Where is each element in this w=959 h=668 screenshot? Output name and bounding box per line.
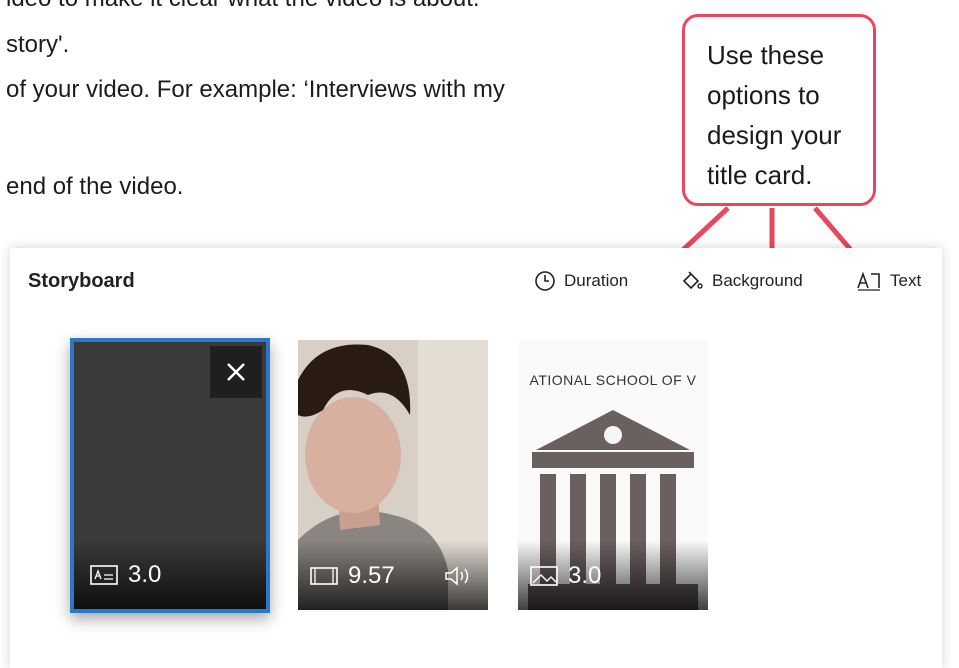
document-line-3: of your video. For example: ‘Interviews … xyxy=(6,76,505,103)
card-duration: 3.0 xyxy=(530,562,601,590)
callout-box: Use these options to design your title c… xyxy=(682,14,876,206)
duration-value: 3.0 xyxy=(568,562,602,589)
duration-value: 9.57 xyxy=(348,562,395,589)
speaker-icon xyxy=(445,566,469,586)
video-icon xyxy=(310,567,338,585)
text-button[interactable]: Text xyxy=(856,270,921,292)
callout-line: design your xyxy=(707,120,842,150)
callout-line: options to xyxy=(707,80,820,110)
storyboard-card-image[interactable]: ATIONAL SCHOOL OF V 3.0 xyxy=(518,340,708,610)
card-duration: 3.0 xyxy=(90,561,161,589)
document-line-4: end of the video. xyxy=(6,173,184,200)
title-card-icon xyxy=(90,565,118,585)
duration-label: Duration xyxy=(564,271,629,290)
document-line-1: ideo to make it clear what the video is … xyxy=(6,0,480,14)
text-icon xyxy=(857,271,880,291)
background-label: Background xyxy=(712,271,803,290)
paint-bucket-icon xyxy=(682,271,703,290)
document-line-2: story'. xyxy=(6,31,70,58)
duration-value: 3.0 xyxy=(128,561,162,588)
card-duration: 9.57 xyxy=(310,562,395,590)
close-button[interactable] xyxy=(210,346,262,398)
callout-text: Use these options to design your title c… xyxy=(707,35,867,195)
storyboard-title: Storyboard xyxy=(28,270,135,292)
text-label: Text xyxy=(890,271,922,290)
clock-icon xyxy=(535,271,555,291)
callout-line: Use these xyxy=(707,40,825,70)
storyboard-panel: Storyboard Duration Background Text 3.0 … xyxy=(10,248,942,668)
close-icon xyxy=(227,363,245,381)
background-button[interactable]: Background xyxy=(680,270,803,292)
duration-button[interactable]: Duration xyxy=(534,270,628,292)
storyboard-card-video[interactable]: 9.57 xyxy=(298,340,488,610)
storyboard-card-title[interactable]: 3.0 xyxy=(70,338,270,613)
image-icon xyxy=(530,566,558,586)
callout-line: title card. xyxy=(707,160,813,190)
